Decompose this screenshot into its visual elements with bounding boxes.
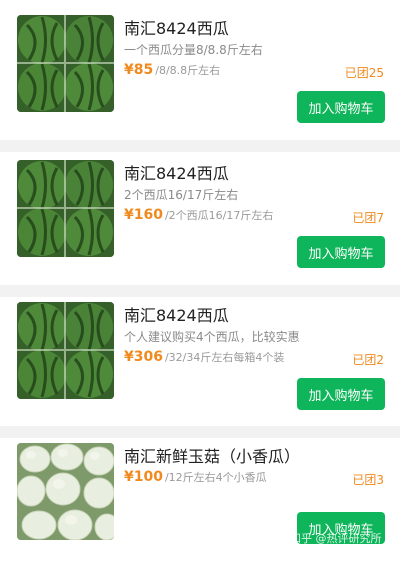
product-image-watermelon[interactable] bbox=[17, 15, 114, 112]
price-value: ¥306 bbox=[124, 349, 163, 365]
add-to-cart-button[interactable]: 加入购物车 bbox=[297, 378, 385, 410]
separator bbox=[0, 140, 400, 152]
separator bbox=[0, 285, 400, 297]
separator bbox=[0, 426, 400, 438]
watermark: 知乎 @热评研究所 bbox=[290, 532, 382, 545]
price-value: ¥160 bbox=[124, 207, 163, 223]
product-item[interactable]: 南汇8424西瓜 一个西瓜分量8/8.8斤左右 ¥85/8/8.8斤左右 已团2… bbox=[0, 15, 400, 145]
product-price: ¥306/32/34斤左右每箱4个装 bbox=[124, 349, 284, 365]
price-unit: /32/34斤左右每箱4个装 bbox=[164, 351, 285, 364]
sold-count: 已团3 bbox=[352, 473, 384, 487]
product-list: 南汇8424西瓜 一个西瓜分量8/8.8斤左右 ¥85/8/8.8斤左右 已团2… bbox=[0, 0, 400, 554]
product-item[interactable]: 南汇8424西瓜 个人建议购买4个西瓜，比较实惠 ¥306/32/34斤左右每箱… bbox=[0, 302, 400, 432]
sold-count: 已团25 bbox=[344, 66, 384, 80]
product-title[interactable]: 南汇新鲜玉菇（小香瓜） bbox=[124, 443, 300, 467]
product-image-watermelon[interactable] bbox=[17, 302, 114, 399]
product-image-watermelon[interactable] bbox=[17, 160, 114, 257]
product-title[interactable]: 南汇8424西瓜 bbox=[124, 15, 229, 39]
sold-count: 已团7 bbox=[352, 211, 384, 225]
product-price: ¥85/8/8.8斤左右 bbox=[124, 62, 220, 78]
product-title[interactable]: 南汇8424西瓜 bbox=[124, 160, 229, 184]
product-desc: 2个西瓜16/17斤左右 bbox=[124, 188, 239, 202]
add-to-cart-button[interactable]: 加入购物车 bbox=[297, 236, 385, 268]
product-title[interactable]: 南汇8424西瓜 bbox=[124, 302, 229, 326]
product-price: ¥160/2个西瓜16/17斤左右 bbox=[124, 207, 273, 223]
product-desc: 个人建议购买4个西瓜，比较实惠 bbox=[124, 330, 300, 344]
product-price: ¥100/12斤左右4个小香瓜 bbox=[124, 469, 267, 485]
price-value: ¥85 bbox=[124, 62, 154, 78]
product-image-melon[interactable] bbox=[17, 443, 114, 540]
product-item[interactable]: 南汇8424西瓜 2个西瓜16/17斤左右 ¥160/2个西瓜16/17斤左右 … bbox=[0, 160, 400, 290]
price-unit: /8/8.8斤左右 bbox=[155, 64, 221, 77]
price-value: ¥100 bbox=[124, 469, 163, 485]
add-to-cart-button[interactable]: 加入购物车 bbox=[297, 91, 385, 123]
product-desc: 一个西瓜分量8/8.8斤左右 bbox=[124, 43, 263, 57]
sold-count: 已团2 bbox=[352, 353, 384, 367]
price-unit: /12斤左右4个小香瓜 bbox=[164, 471, 267, 484]
price-unit: /2个西瓜16/17斤左右 bbox=[164, 209, 274, 222]
